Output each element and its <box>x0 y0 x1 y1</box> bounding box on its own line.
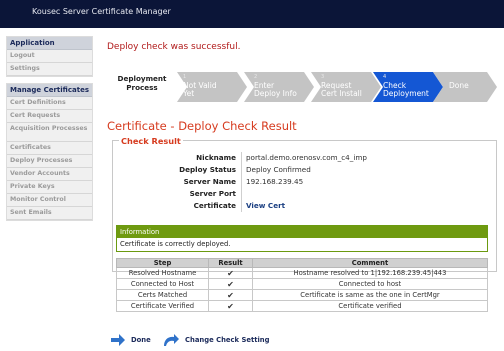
sidebar-group-manage-certificates: Manage Certificates Cert Definitions Cer… <box>6 83 93 221</box>
step-text: Done <box>449 81 469 90</box>
check-icon: ✔ <box>208 267 253 279</box>
check-steps-table: Step Result Comment Resolved Hostname ✔ … <box>116 258 488 312</box>
sidebar-heading-manage-certificates: Manage Certificates <box>7 84 92 97</box>
field-divider <box>241 152 242 164</box>
step-text: Enter Deploy Info <box>254 81 297 98</box>
field-label: Deploy Status <box>179 165 236 174</box>
done-label: Done <box>131 336 151 344</box>
field-nickname: Nickname portal.demo.orenosv.com_c4_imp <box>113 152 498 165</box>
step-number: 2 <box>254 74 258 80</box>
wizard-label-line1: Deployment <box>117 74 167 83</box>
information-box: Information Certificate is correctly dep… <box>116 225 488 252</box>
change-check-setting-button[interactable]: Change Check Setting <box>162 333 269 347</box>
wizard-label-line2: Process <box>126 83 158 92</box>
app-header: Kousec Server Certificate Manager <box>0 0 504 28</box>
sidebar-item-cert-requests[interactable]: Cert Requests <box>7 110 92 123</box>
cell-step: Connected to Host <box>116 278 209 290</box>
field-value: portal.demo.orenosv.com_c4_imp <box>246 153 367 162</box>
sidebar-item-monitor-control[interactable]: Monitor Control <box>7 194 92 207</box>
field-label: Certificate <box>193 201 236 210</box>
table-row: Certificate Verified ✔ Certificate verif… <box>116 300 488 312</box>
field-server-port: Server Port <box>113 188 498 201</box>
section-title: Certificate - Deploy Check Result <box>107 119 297 133</box>
field-server-name: Server Name 192.168.239.45 <box>113 176 498 189</box>
step-text: Check Deployment <box>383 81 429 98</box>
main-content: Deploy check was successful. <box>107 36 497 52</box>
table-row: Connected to Host ✔ Connected to host <box>116 278 488 290</box>
check-result-box: Check Result Nickname portal.demo.orenos… <box>112 136 498 272</box>
wizard-step-enter-deploy-info: 2 Enter Deploy Info <box>244 72 314 102</box>
cell-comment: Hostname resolved to 1|192.168.239.45|44… <box>252 267 488 279</box>
check-icon: ✔ <box>208 289 253 301</box>
deployment-wizard: Deployment Process 1 Not Valid Yet 2 Ente… <box>107 68 497 104</box>
field-value: 192.168.239.45 <box>246 177 304 186</box>
sidebar-item-settings[interactable]: Settings <box>7 63 92 76</box>
table-row: Certs Matched ✔ Certificate is same as t… <box>116 289 488 301</box>
check-icon: ✔ <box>208 278 253 290</box>
success-message: Deploy check was successful. <box>107 42 241 52</box>
sidebar-item-deploy-processes[interactable]: Deploy Processes <box>7 155 92 168</box>
step-number: 3 <box>321 74 325 80</box>
check-result-legend: Check Result <box>119 136 183 146</box>
cell-step: Certs Matched <box>116 289 209 301</box>
arrow-right-icon <box>111 334 125 346</box>
field-divider <box>241 176 242 188</box>
check-icon: ✔ <box>208 300 253 312</box>
cell-step: Resolved Hostname <box>116 267 209 279</box>
information-heading: Information <box>117 226 487 238</box>
field-divider <box>241 164 242 176</box>
cell-comment: Certificate is same as the one in CertMg… <box>252 289 488 301</box>
sidebar: Application Logout Settings Manage Certi… <box>6 36 93 227</box>
field-label: Nickname <box>196 153 236 162</box>
wizard-label: Deployment Process <box>107 74 177 92</box>
field-deploy-status: Deploy Status Deploy Confirmed <box>113 164 498 177</box>
step-number: 4 <box>383 74 387 80</box>
field-label: Server Port <box>189 189 236 198</box>
sidebar-heading-application: Application <box>7 37 92 50</box>
information-body: Certificate is correctly deployed. <box>120 240 231 248</box>
wizard-step-done: Done <box>433 72 497 102</box>
column-header-comment: Comment <box>252 258 488 268</box>
done-button[interactable]: Done <box>110 333 151 347</box>
table-header-row: Step Result Comment <box>116 258 488 268</box>
field-divider <box>241 188 242 200</box>
redo-arrow-icon <box>164 334 179 346</box>
step-number: 1 <box>183 74 187 80</box>
sidebar-item-certificates[interactable]: Certificates <box>7 142 92 155</box>
change-check-setting-label: Change Check Setting <box>185 336 270 344</box>
cell-comment: Certificate verified <box>252 300 488 312</box>
wizard-step-request-cert-install: 3 Request Cert Install <box>311 72 381 102</box>
app-title: Kousec Server Certificate Manager <box>32 7 171 16</box>
cell-comment: Connected to host <box>252 278 488 290</box>
sidebar-item-vendor-accounts[interactable]: Vendor Accounts <box>7 168 92 181</box>
view-cert-link[interactable]: View Cert <box>246 201 285 210</box>
step-text: Not Valid Yet <box>183 81 217 98</box>
sidebar-item-acquisition-processes[interactable]: Acquisition Processes <box>7 123 92 142</box>
column-header-result: Result <box>208 258 253 268</box>
sidebar-item-logout[interactable]: Logout <box>7 50 92 63</box>
step-text: Request Cert Install <box>321 81 362 98</box>
field-divider <box>241 200 242 212</box>
field-label: Server Name <box>183 177 236 186</box>
sidebar-item-sent-emails[interactable]: Sent Emails <box>7 207 92 220</box>
sidebar-group-application: Application Logout Settings <box>6 36 93 77</box>
sidebar-item-private-keys[interactable]: Private Keys <box>7 181 92 194</box>
column-header-step: Step <box>116 258 209 268</box>
sidebar-item-cert-definitions[interactable]: Cert Definitions <box>7 97 92 110</box>
field-value: Deploy Confirmed <box>246 165 311 174</box>
table-row: Resolved Hostname ✔ Hostname resolved to… <box>116 267 488 279</box>
field-certificate: Certificate View Cert <box>113 200 498 213</box>
wizard-step-not-valid-yet: 1 Not Valid Yet <box>177 72 247 102</box>
cell-step: Certificate Verified <box>116 300 209 312</box>
